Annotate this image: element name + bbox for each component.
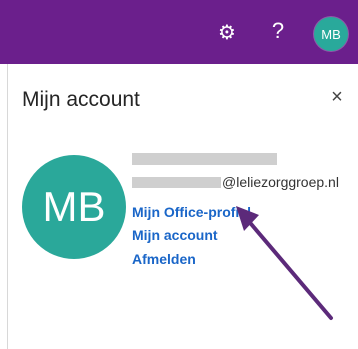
office-profile-link[interactable]: Mijn Office-profiel — [132, 204, 251, 220]
settings-button[interactable]: ⚙ — [214, 19, 240, 45]
profile-avatar: MB — [22, 155, 126, 259]
redacted-email-prefix — [132, 176, 221, 188]
profile-avatar-initials: MB — [42, 183, 106, 230]
close-button[interactable]: × — [326, 86, 348, 108]
top-bar: ⚙ ? MB — [0, 0, 358, 64]
user-email: @leliezorggroep.nl — [132, 174, 339, 190]
app-window: ⚙ ? MB Mijn account × MB @leliezorggroep… — [0, 0, 358, 349]
email-domain: @leliezorggroep.nl — [222, 174, 339, 190]
avatar-initials: MB — [321, 26, 341, 42]
sign-out-link[interactable]: Afmelden — [132, 251, 196, 267]
help-icon: ? — [271, 18, 285, 43]
my-account-link[interactable]: Mijn account — [132, 227, 218, 243]
close-icon: × — [331, 85, 343, 108]
panel-title: Mijn account — [22, 88, 140, 111]
account-panel: Mijn account × MB @leliezorggroep.nl Mij… — [7, 64, 358, 349]
help-button[interactable]: ? — [265, 17, 291, 45]
gear-icon: ⚙ — [218, 21, 236, 44]
account-avatar-button[interactable]: MB — [314, 17, 348, 51]
redacted-user-name — [132, 153, 277, 165]
